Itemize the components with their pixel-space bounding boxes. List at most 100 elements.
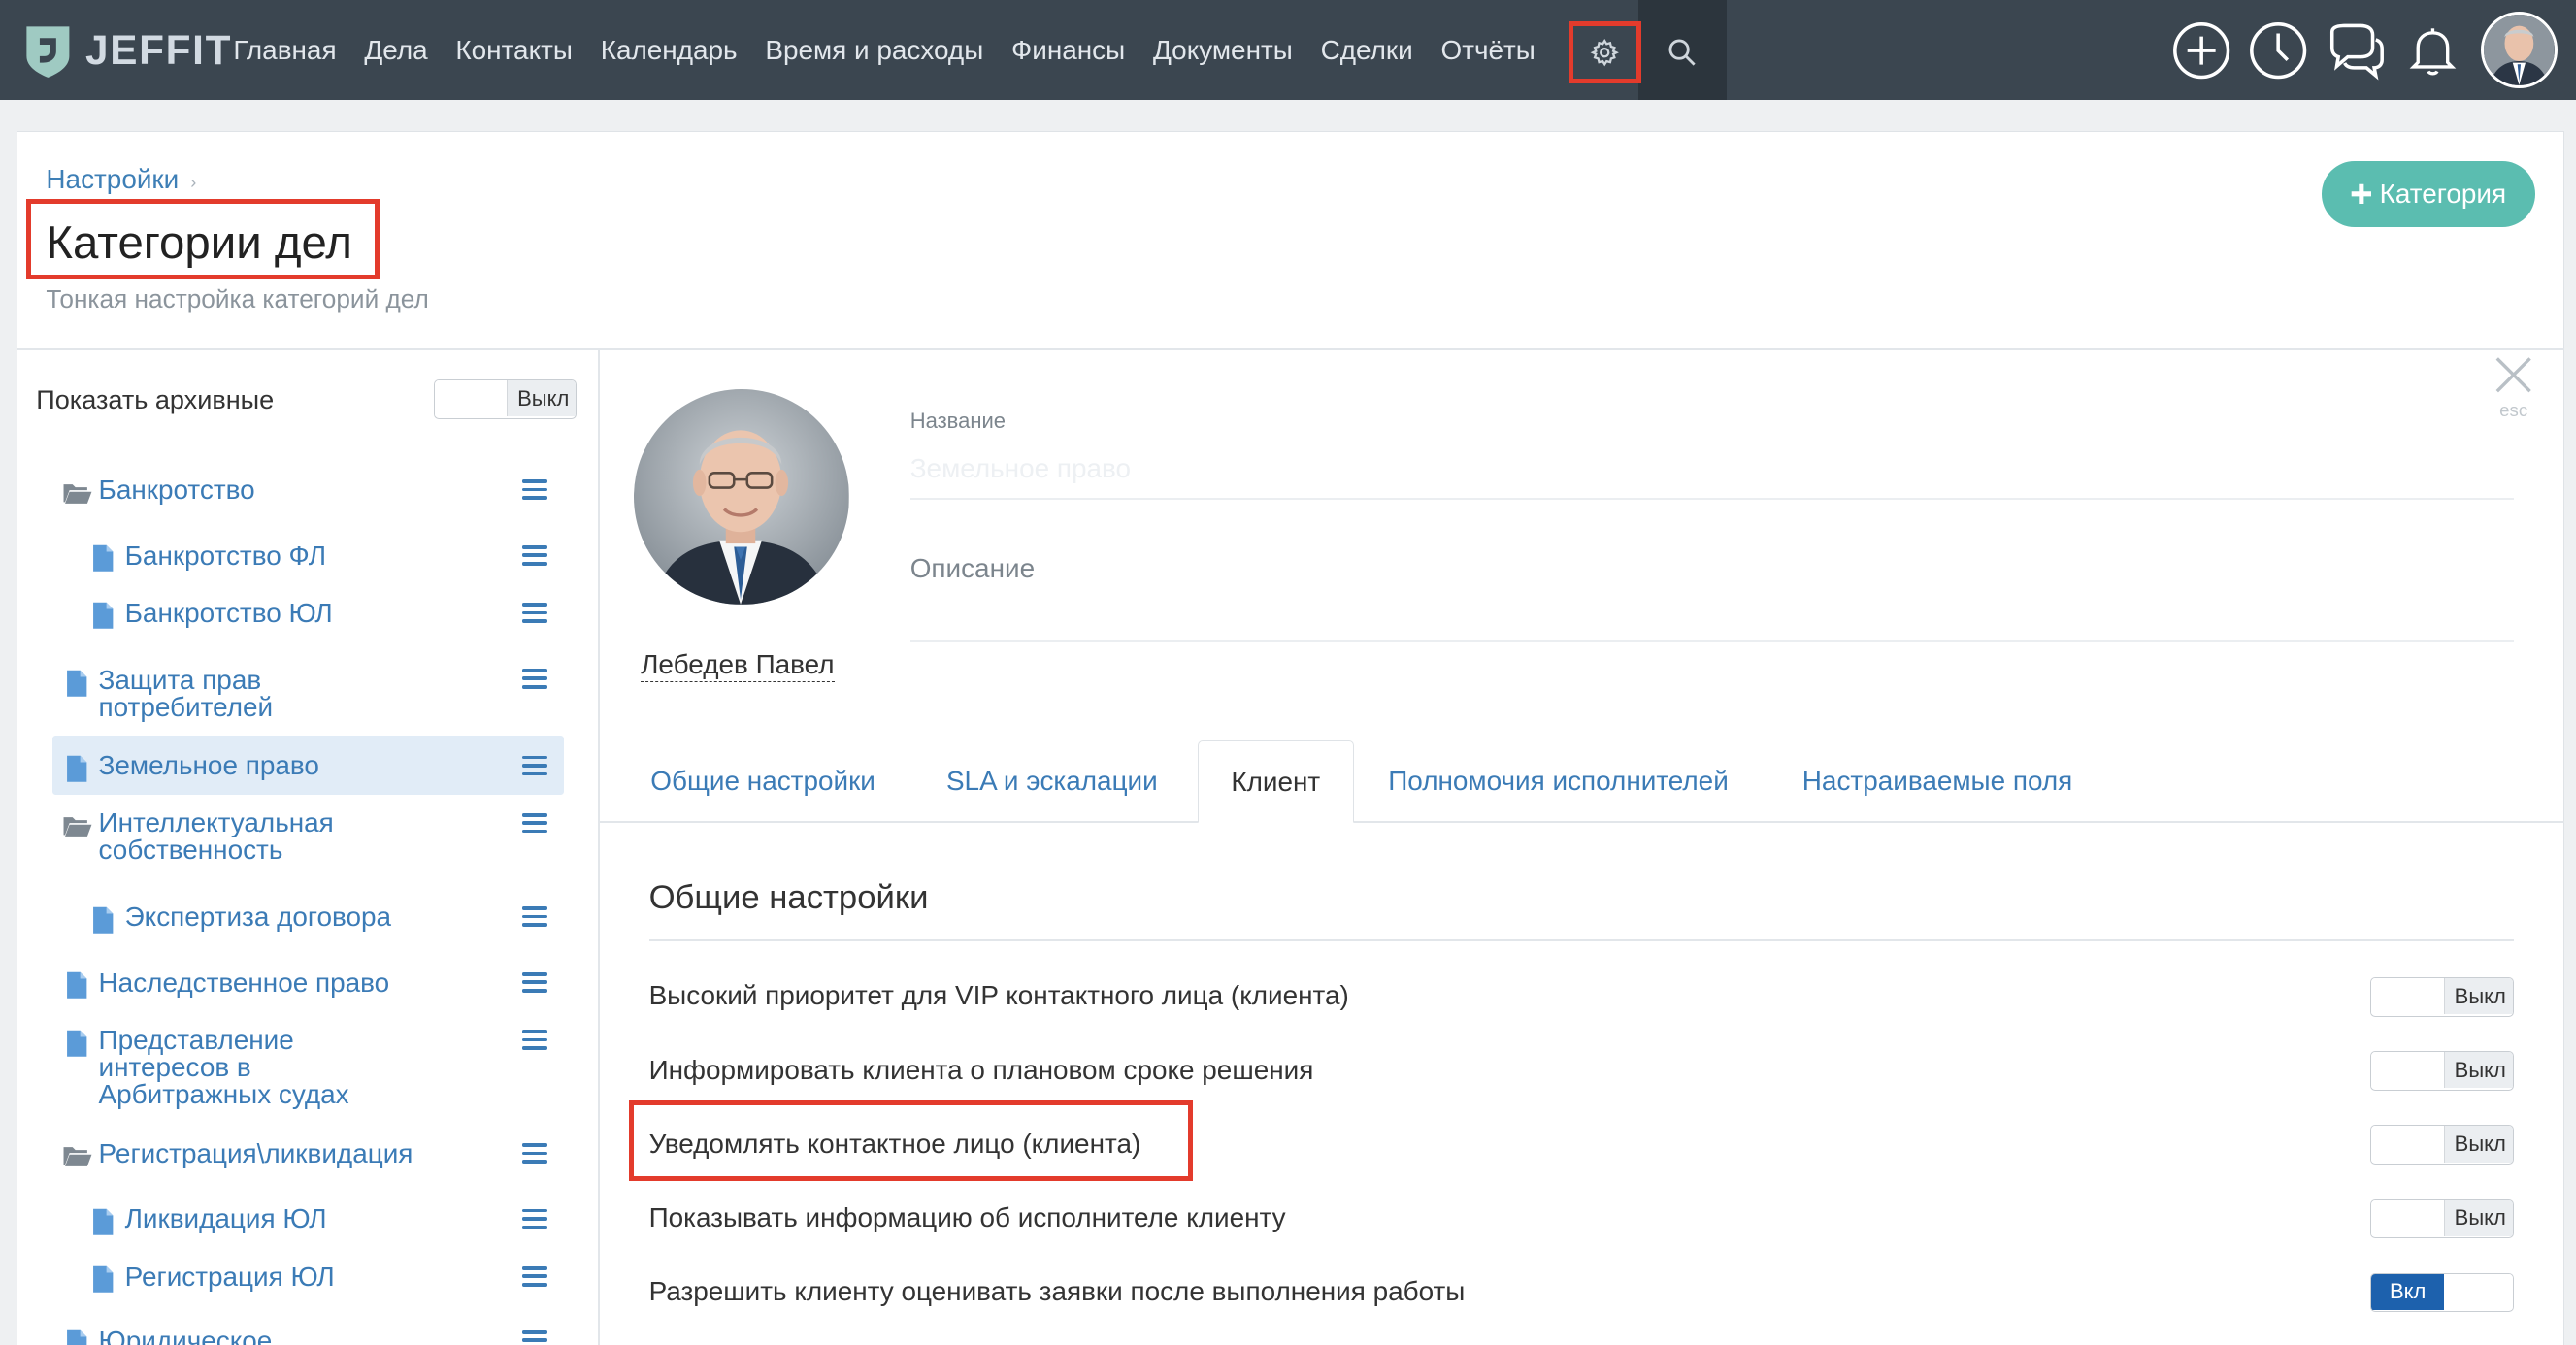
nav-item-reports[interactable]: Отчёты bbox=[1440, 35, 1535, 66]
header-divider bbox=[16, 347, 2565, 350]
item-menu-icon[interactable] bbox=[522, 479, 547, 500]
nav-item-finance[interactable]: Финансы bbox=[1011, 35, 1125, 66]
category-item-land-law[interactable]: Земельное право bbox=[62, 750, 319, 783]
nav-item-contacts[interactable]: Контакты bbox=[455, 35, 573, 66]
responsible-person-name[interactable]: Лебедев Павел bbox=[641, 649, 835, 683]
close-icon bbox=[2495, 356, 2531, 393]
search-button[interactable] bbox=[1660, 29, 1705, 75]
breadcrumb-chevron-icon: › bbox=[190, 172, 197, 193]
setting-toggle-show-executor-info[interactable]: Выкл bbox=[2370, 1198, 2514, 1239]
category-item-intellectual-property[interactable]: Интеллектуальная собственность bbox=[62, 809, 334, 864]
breadcrumb-link-settings[interactable]: Настройки bbox=[46, 164, 179, 194]
tab-custom-fields[interactable]: Настраиваемые поля bbox=[1802, 766, 2073, 797]
tab-client-label: Клиент bbox=[1231, 766, 1321, 797]
sidebar-divider bbox=[598, 349, 600, 1345]
item-menu-icon[interactable] bbox=[522, 812, 547, 834]
nav-item-home[interactable]: Главная bbox=[233, 35, 336, 66]
nav-item-cases[interactable]: Дела bbox=[364, 35, 427, 66]
category-item-bankruptcy[interactable]: Банкротство bbox=[62, 476, 255, 508]
category-label: Банкротство ФЛ bbox=[124, 540, 327, 571]
tabs-divider bbox=[599, 821, 2565, 823]
add-category-label: Категория bbox=[2379, 178, 2507, 209]
nav-item-deals[interactable]: Сделки bbox=[1321, 35, 1413, 66]
item-menu-icon[interactable] bbox=[522, 603, 547, 623]
page-title: Категории дел bbox=[46, 217, 352, 270]
category-item-bankruptcy-fl[interactable]: Банкротство ФЛ bbox=[88, 540, 327, 574]
app-logo[interactable]: JEFFIT bbox=[23, 23, 232, 80]
toggle-state-label: Выкл bbox=[507, 379, 577, 417]
setting-toggle-vip-priority[interactable]: Выкл bbox=[2370, 977, 2514, 1017]
item-menu-icon[interactable] bbox=[522, 972, 547, 993]
setting-toggle-notify-contact[interactable]: Выкл bbox=[2370, 1125, 2514, 1165]
file-icon bbox=[67, 972, 87, 1000]
toggle-state-label: Выкл bbox=[2443, 978, 2513, 1015]
category-label: Регистрация ЮЛ bbox=[124, 1261, 335, 1292]
name-field-label: Название bbox=[909, 409, 1006, 434]
item-menu-icon[interactable] bbox=[522, 1208, 547, 1230]
file-icon bbox=[67, 1329, 87, 1345]
category-item-inheritance-law[interactable]: Наследственное право bbox=[62, 967, 390, 1001]
item-menu-icon[interactable] bbox=[522, 1330, 547, 1345]
tab-client[interactable]: Клиент bbox=[1197, 740, 1354, 823]
item-menu-icon[interactable] bbox=[522, 755, 547, 776]
setting-label-notify-contact: Уведомлять контактное лицо (клиента) bbox=[648, 1128, 1141, 1159]
main-nav: Главная Дела Контакты Календарь Время и … bbox=[233, 0, 1563, 100]
name-field-input[interactable]: Земельное право bbox=[910, 453, 1131, 484]
category-item-legal[interactable]: Юридическое bbox=[62, 1325, 273, 1345]
toggle-state-label: Вкл bbox=[2371, 1273, 2444, 1310]
setting-label-vip-priority: Высокий приоритет для VIP контактного ли… bbox=[648, 980, 1349, 1011]
person-photo-icon bbox=[634, 389, 850, 605]
category-label: Юридическое bbox=[98, 1325, 273, 1345]
file-icon bbox=[93, 603, 114, 630]
gear-icon bbox=[1590, 38, 1620, 67]
category-item-bankruptcy-ul[interactable]: Банкротство ЮЛ bbox=[88, 599, 333, 631]
tab-executor-permissions[interactable]: Полномочия исполнителей bbox=[1388, 766, 1729, 797]
category-item-registration-liquidation[interactable]: Регистрация\ликвидация bbox=[62, 1137, 413, 1171]
show-archived-toggle[interactable]: Выкл bbox=[433, 378, 578, 419]
category-item-consumer-rights[interactable]: Защита прав потребителей bbox=[62, 667, 273, 721]
nav-item-calendar[interactable]: Календарь bbox=[601, 35, 738, 66]
setting-toggle-inform-deadline[interactable]: Выкл bbox=[2370, 1051, 2514, 1091]
item-menu-icon[interactable] bbox=[522, 1030, 547, 1050]
add-category-button[interactable]: Категория bbox=[2321, 160, 2535, 227]
item-menu-icon[interactable] bbox=[522, 1265, 547, 1287]
item-menu-icon[interactable] bbox=[522, 544, 547, 566]
nav-item-documents[interactable]: Документы bbox=[1153, 35, 1293, 66]
category-item-contract-expertise[interactable]: Экспертиза договора bbox=[88, 901, 392, 935]
setting-label-inform-deadline: Информировать клиента о плановом сроке р… bbox=[648, 1054, 1314, 1085]
category-item-liquidation-ul[interactable]: Ликвидация ЮЛ bbox=[88, 1204, 327, 1236]
category-label: Регистрация\ликвидация bbox=[98, 1137, 413, 1168]
toggle-state-label: Выкл bbox=[2443, 1199, 2513, 1236]
nav-item-time-expenses[interactable]: Время и расходы bbox=[765, 35, 983, 66]
folder-open-icon bbox=[63, 817, 92, 837]
tab-sla-escalations[interactable]: SLA и эскалации bbox=[946, 766, 1158, 797]
file-icon bbox=[67, 755, 87, 782]
item-menu-icon[interactable] bbox=[522, 668, 547, 689]
item-menu-icon[interactable] bbox=[522, 1143, 547, 1164]
name-field-underline bbox=[909, 497, 2514, 500]
notifications-button[interactable] bbox=[2400, 18, 2466, 84]
category-label: Наследственное право bbox=[98, 967, 390, 998]
category-item-arbitration[interactable]: Представление интересов в Арбитражных су… bbox=[62, 1024, 349, 1109]
messages-button[interactable] bbox=[2323, 18, 2389, 84]
show-archived-label: Показать архивные bbox=[36, 384, 275, 415]
tab-general-settings[interactable]: Общие настройки bbox=[650, 766, 875, 797]
toggle-knob bbox=[2371, 978, 2444, 1015]
category-label: Земельное право bbox=[98, 750, 319, 781]
logo-shield-icon bbox=[26, 26, 70, 78]
setting-toggle-allow-rating[interactable]: Вкл bbox=[2370, 1272, 2514, 1313]
create-button[interactable] bbox=[2168, 18, 2234, 84]
folder-open-icon bbox=[63, 483, 92, 504]
category-label: Экспертиза договора bbox=[124, 901, 392, 932]
user-avatar[interactable] bbox=[2480, 11, 2559, 89]
category-label: Представление интересов в Арбитражных су… bbox=[98, 1024, 349, 1109]
item-menu-icon[interactable] bbox=[522, 906, 547, 927]
category-item-registration-ul[interactable]: Регистрация ЮЛ bbox=[88, 1261, 335, 1295]
close-esc-hint: esc bbox=[2499, 400, 2528, 421]
folder-open-icon bbox=[63, 1147, 92, 1167]
timer-button[interactable] bbox=[2246, 18, 2312, 84]
close-panel-button[interactable]: esc bbox=[2491, 355, 2536, 421]
description-field[interactable]: Описание bbox=[910, 553, 1035, 584]
top-navbar: JEFFIT Главная Дела Контакты Календарь В… bbox=[0, 0, 2576, 101]
settings-gear-button[interactable] bbox=[1569, 21, 1641, 84]
